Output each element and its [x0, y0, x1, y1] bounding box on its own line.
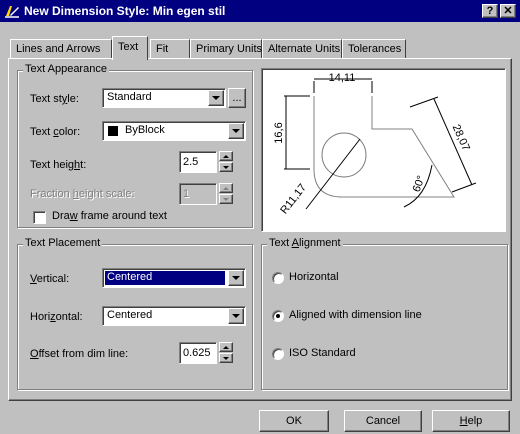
- spin-up-icon[interactable]: [219, 151, 233, 161]
- radio-aligned-label[interactable]: Aligned with dimension line: [289, 309, 422, 321]
- text-color-label: Text color:: [30, 126, 81, 138]
- tab-tolerances[interactable]: Tolerances: [342, 39, 406, 59]
- chevron-down-icon[interactable]: [228, 270, 244, 286]
- spin-up-icon[interactable]: [219, 342, 233, 352]
- radio-horizontal[interactable]: [272, 272, 284, 284]
- ok-button[interactable]: OK: [259, 410, 329, 432]
- dim-radius-text: R11,17: [278, 182, 309, 217]
- text-color-select[interactable]: ByBlock: [102, 121, 246, 141]
- text-height-input[interactable]: 2.5: [179, 151, 217, 173]
- chevron-down-icon[interactable]: [208, 90, 224, 106]
- text-appearance-label: Text Appearance: [23, 63, 109, 75]
- tab-fit[interactable]: Fit: [150, 39, 190, 59]
- app-icon: [4, 3, 20, 19]
- tab-lines-and-arrows[interactable]: Lines and Arrows: [10, 39, 112, 59]
- text-style-label: Text style:: [30, 93, 79, 105]
- vertical-label: Vertical:: [30, 273, 70, 285]
- chevron-down-icon[interactable]: [228, 123, 244, 139]
- tab-text[interactable]: Text: [112, 36, 148, 60]
- window-title: New Dimension Style: Min egen stil: [24, 4, 226, 18]
- dimension-preview-graphic: 14,11 16,6 28,07 60° R11,17: [273, 72, 477, 217]
- fraction-height-label: Fraction height scale:: [30, 188, 135, 200]
- offset-spinner[interactable]: 0.625: [179, 342, 235, 364]
- title-bar[interactable]: New Dimension Style: Min egen stil ? ✕: [0, 0, 520, 22]
- spin-down-icon[interactable]: [219, 353, 233, 363]
- horizontal-label: Horizontal:: [30, 311, 83, 323]
- radio-iso-standard-label[interactable]: ISO Standard: [289, 347, 356, 359]
- tab-primary-units[interactable]: Primary Units: [190, 39, 262, 59]
- text-placement-label: Text Placement: [23, 237, 103, 249]
- help-button[interactable]: Help: [432, 410, 510, 432]
- fraction-height-input: 1: [179, 183, 217, 205]
- text-height-spinner[interactable]: 2.5: [179, 151, 235, 173]
- tab-alternate-units[interactable]: Alternate Units: [262, 39, 342, 59]
- text-alignment-label: Text Alignment: [267, 237, 343, 249]
- dim-right-text: 28,07: [450, 123, 472, 153]
- spin-down-icon[interactable]: [219, 162, 233, 172]
- spin-up-icon: [219, 183, 233, 193]
- vertical-select[interactable]: Centered: [102, 268, 246, 288]
- spin-down-icon: [219, 194, 233, 204]
- radio-aligned[interactable]: [272, 310, 284, 322]
- text-style-browse-button[interactable]: ...: [228, 88, 246, 108]
- text-height-label: Text height:: [30, 159, 87, 171]
- dim-angle-text: 60°: [411, 174, 428, 194]
- radio-iso-standard[interactable]: [272, 348, 284, 360]
- fraction-height-spinner: 1: [179, 183, 235, 205]
- cancel-button[interactable]: Cancel: [344, 410, 422, 432]
- help-title-button[interactable]: ?: [482, 4, 498, 18]
- offset-input[interactable]: 0.625: [179, 342, 217, 364]
- dim-left-text: 16,6: [273, 122, 285, 143]
- draw-frame-checkbox[interactable]: [33, 211, 46, 224]
- horizontal-select[interactable]: Centered: [102, 306, 246, 326]
- text-style-select[interactable]: Standard: [102, 88, 226, 108]
- close-button[interactable]: ✕: [500, 4, 516, 18]
- radio-horizontal-label[interactable]: Horizontal: [289, 271, 339, 283]
- offset-label: Offset from dim line:: [30, 348, 129, 360]
- dim-top-text: 14,11: [329, 72, 356, 84]
- preview-pane: 14,11 16,6 28,07 60° R11,17: [261, 68, 506, 232]
- draw-frame-label[interactable]: Draw frame around text: [52, 210, 167, 222]
- chevron-down-icon[interactable]: [228, 308, 244, 324]
- color-swatch: [108, 126, 118, 136]
